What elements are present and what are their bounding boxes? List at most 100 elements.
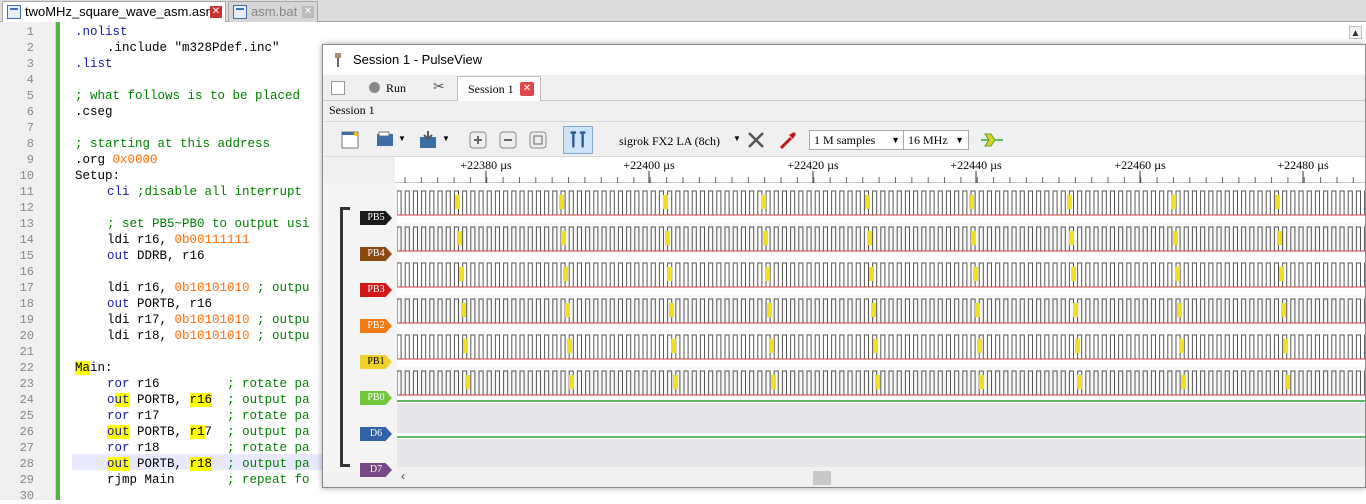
ruler-tick-label: +22480 µs xyxy=(1277,158,1329,172)
line-number: 14 xyxy=(19,233,34,247)
channel-label-pb2[interactable]: PB2 xyxy=(360,319,392,333)
code-line: ; set PB5~PB0 to output usi xyxy=(107,217,310,231)
zoom-fit-icon[interactable] xyxy=(527,129,549,151)
tab-bat-file[interactable]: asm.bat ✕ xyxy=(228,1,318,22)
time-ruler[interactable]: +22380 µs +22400 µs +22420 µs +22440 µs +224… xyxy=(395,157,1365,183)
edge-marker xyxy=(1073,303,1078,317)
scroll-left-icon[interactable]: ‹ xyxy=(401,469,405,483)
code-line: Setup: xyxy=(75,169,121,183)
line-number: 9 xyxy=(26,153,34,167)
code-line: .nolist xyxy=(75,25,128,39)
code-line: rjmp Main ; repeat fo xyxy=(107,473,310,487)
settings-icon[interactable]: ✂ xyxy=(433,78,445,98)
edge-marker xyxy=(761,195,766,209)
line-number: 19 xyxy=(19,313,34,327)
edge-marker xyxy=(1175,267,1180,281)
code-line: out PORTB, r16 ; output pa xyxy=(107,393,310,407)
close-icon[interactable]: ✕ xyxy=(210,6,222,18)
line-number: 29 xyxy=(19,473,34,487)
window-title: Session 1 - PulseView xyxy=(353,52,483,67)
ruler-tick-label: +22420 µs xyxy=(787,158,839,172)
horizontal-scrollbar[interactable]: ‹ xyxy=(397,467,1365,487)
edge-marker xyxy=(1075,339,1080,353)
edge-marker xyxy=(1177,303,1182,317)
edge-marker xyxy=(975,303,980,317)
edge-marker xyxy=(569,375,574,389)
edge-marker xyxy=(867,231,872,245)
chevron-down-icon[interactable]: ▼ xyxy=(733,134,741,156)
line-number: 7 xyxy=(26,121,34,135)
edge-marker xyxy=(1071,267,1076,281)
edge-marker xyxy=(459,267,464,281)
channel-label-d6[interactable]: D6 xyxy=(360,427,392,441)
sample-count-select[interactable]: 1 M samples ▼ xyxy=(809,130,905,150)
edge-marker xyxy=(463,339,468,353)
tab-session-1[interactable]: Session 1 ✕ xyxy=(457,76,541,101)
trace-fill xyxy=(397,439,1365,469)
channel-label-pb5[interactable]: PB5 xyxy=(360,211,392,225)
scroll-up-icon[interactable]: ▲ xyxy=(1349,26,1362,39)
edge-marker xyxy=(1077,375,1082,389)
code-line: .cseg xyxy=(75,105,113,119)
chevron-down-icon: ▼ xyxy=(891,135,900,145)
ruler-tick-label: +22380 µs xyxy=(460,158,512,172)
chevron-down-icon[interactable]: ▼ xyxy=(398,134,406,156)
channel-label-pb1[interactable]: PB1 xyxy=(360,355,392,369)
channel-label-d7[interactable]: D7 xyxy=(360,463,392,477)
line-number: 6 xyxy=(26,105,34,119)
samplerate-select[interactable]: 16 MHz ▼ xyxy=(903,130,969,150)
channel-label-pb0[interactable]: PB0 xyxy=(360,391,392,405)
close-icon[interactable]: ✕ xyxy=(520,82,534,96)
edge-marker xyxy=(871,303,876,317)
zoom-out-icon[interactable] xyxy=(497,129,519,151)
run-button[interactable]: Run xyxy=(369,78,406,98)
edge-marker xyxy=(673,375,678,389)
device-selector[interactable]: sigrok FX2 LA (8ch) xyxy=(619,134,720,149)
edge-marker xyxy=(767,303,772,317)
new-session-icon[interactable] xyxy=(331,81,345,95)
code-line: ror r17 ; rotate pa xyxy=(107,409,310,423)
line-number: 25 xyxy=(19,409,34,423)
configure-device-icon[interactable] xyxy=(745,129,767,151)
edge-marker xyxy=(563,267,568,281)
file-icon xyxy=(233,5,247,19)
chevron-down-icon[interactable]: ▼ xyxy=(442,134,450,156)
zoom-in-icon[interactable] xyxy=(467,129,489,151)
chevron-down-icon: ▼ xyxy=(955,135,964,145)
edge-marker xyxy=(763,231,768,245)
edge-marker xyxy=(559,195,564,209)
edge-marker xyxy=(1285,375,1290,389)
edge-marker xyxy=(1069,231,1074,245)
edge-marker xyxy=(765,267,770,281)
edge-marker xyxy=(969,195,974,209)
ruler-tick-label: +22440 µs xyxy=(950,158,1002,172)
edge-marker xyxy=(1277,231,1282,245)
run-icon xyxy=(369,82,380,93)
scroll-thumb[interactable] xyxy=(813,471,831,485)
save-file-icon[interactable] xyxy=(417,129,439,151)
channel-label-pb4[interactable]: PB4 xyxy=(360,247,392,261)
cursor-icon[interactable] xyxy=(563,126,593,154)
new-view-icon[interactable] xyxy=(339,129,361,151)
add-decoder-icon[interactable] xyxy=(979,129,1005,151)
edge-marker xyxy=(769,339,774,353)
tab-asm-file[interactable]: twoMHz_square_wave_asm.asm ✕ xyxy=(2,1,226,22)
line-number: 1 xyxy=(26,25,34,39)
line-number: 10 xyxy=(19,169,34,183)
code-line: out DDRB, r16 xyxy=(107,249,205,263)
code-line: out PORTB, r16 xyxy=(107,297,213,311)
line-number: 20 xyxy=(19,329,34,343)
edge-marker xyxy=(977,339,982,353)
code-line: .org 0x0000 xyxy=(75,153,158,167)
trace-area[interactable] xyxy=(396,183,1366,473)
edge-marker xyxy=(455,195,460,209)
line-number: 28 xyxy=(19,457,34,471)
line-number: 2 xyxy=(26,41,34,55)
code-line: ; what follows is to be placed xyxy=(75,89,301,103)
session-tab-bar: Run ✂ Session 1 ✕ xyxy=(323,75,1365,101)
channel-label-pb3[interactable]: PB3 xyxy=(360,283,392,297)
probe-icon[interactable] xyxy=(777,129,799,151)
close-icon[interactable]: ✕ xyxy=(302,6,314,18)
edge-marker xyxy=(1275,195,1280,209)
open-file-icon[interactable] xyxy=(375,129,397,151)
